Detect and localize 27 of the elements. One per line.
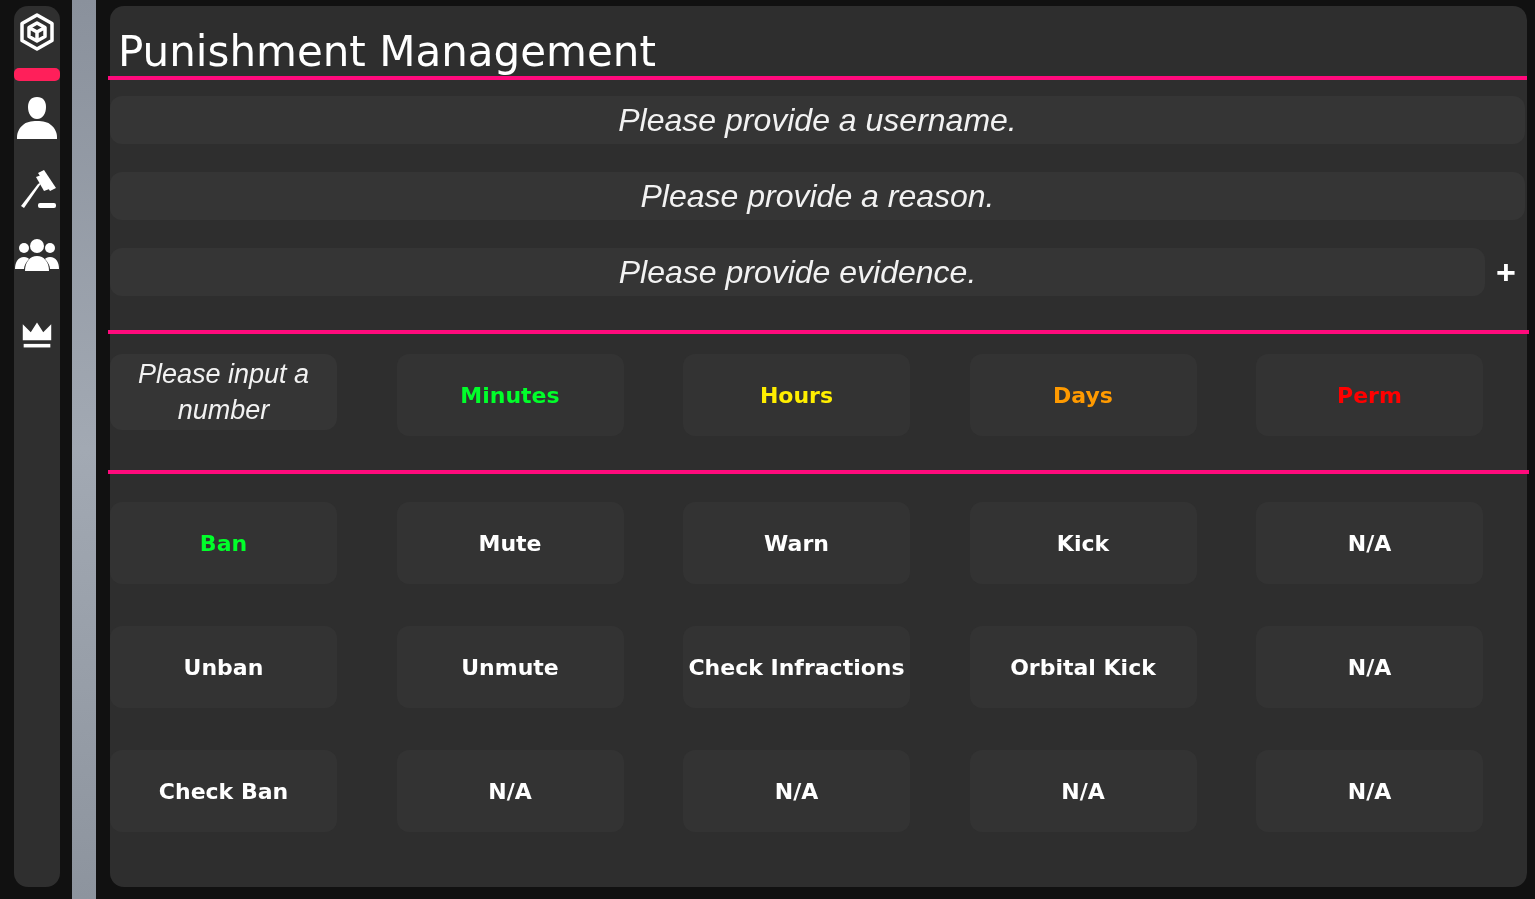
action-button[interactable]: N/A	[1256, 750, 1483, 832]
duration-button[interactable]: Hours	[683, 354, 910, 436]
duration-button[interactable]: Minutes	[396, 354, 624, 436]
action-button[interactable]: Mute	[396, 502, 624, 584]
action-button[interactable]: Check Infractions	[683, 626, 910, 708]
input-field[interactable]: Please provide evidence.	[110, 248, 1485, 296]
action-button[interactable]: N/A	[1256, 626, 1483, 708]
action-button[interactable]: N/A	[1256, 502, 1483, 584]
active-indicator	[14, 68, 60, 81]
action-button[interactable]: Check Ban	[110, 750, 337, 832]
person-icon[interactable]	[14, 95, 60, 141]
action-button[interactable]: N/A	[683, 750, 910, 832]
action-button[interactable]: Orbital Kick	[969, 626, 1197, 708]
action-button[interactable]: Kick	[969, 502, 1197, 584]
cube-logo-icon[interactable]	[17, 12, 57, 52]
action-button[interactable]: N/A	[396, 750, 624, 832]
duration-button[interactable]: Days	[969, 354, 1197, 436]
action-button[interactable]: Warn	[683, 502, 910, 584]
action-button[interactable]: Unban	[110, 626, 337, 708]
input-field[interactable]: Please provide a reason.	[110, 172, 1525, 220]
action-button[interactable]: Unmute	[396, 626, 624, 708]
number-field[interactable]: Please input a number	[110, 354, 337, 430]
action-button[interactable]: N/A	[969, 750, 1197, 832]
add-button[interactable]: +	[1485, 252, 1527, 292]
input-field[interactable]: Please provide a username.	[110, 96, 1525, 144]
panel-title: Punishment Management	[117, 26, 657, 76]
action-button[interactable]: Ban	[110, 502, 337, 584]
